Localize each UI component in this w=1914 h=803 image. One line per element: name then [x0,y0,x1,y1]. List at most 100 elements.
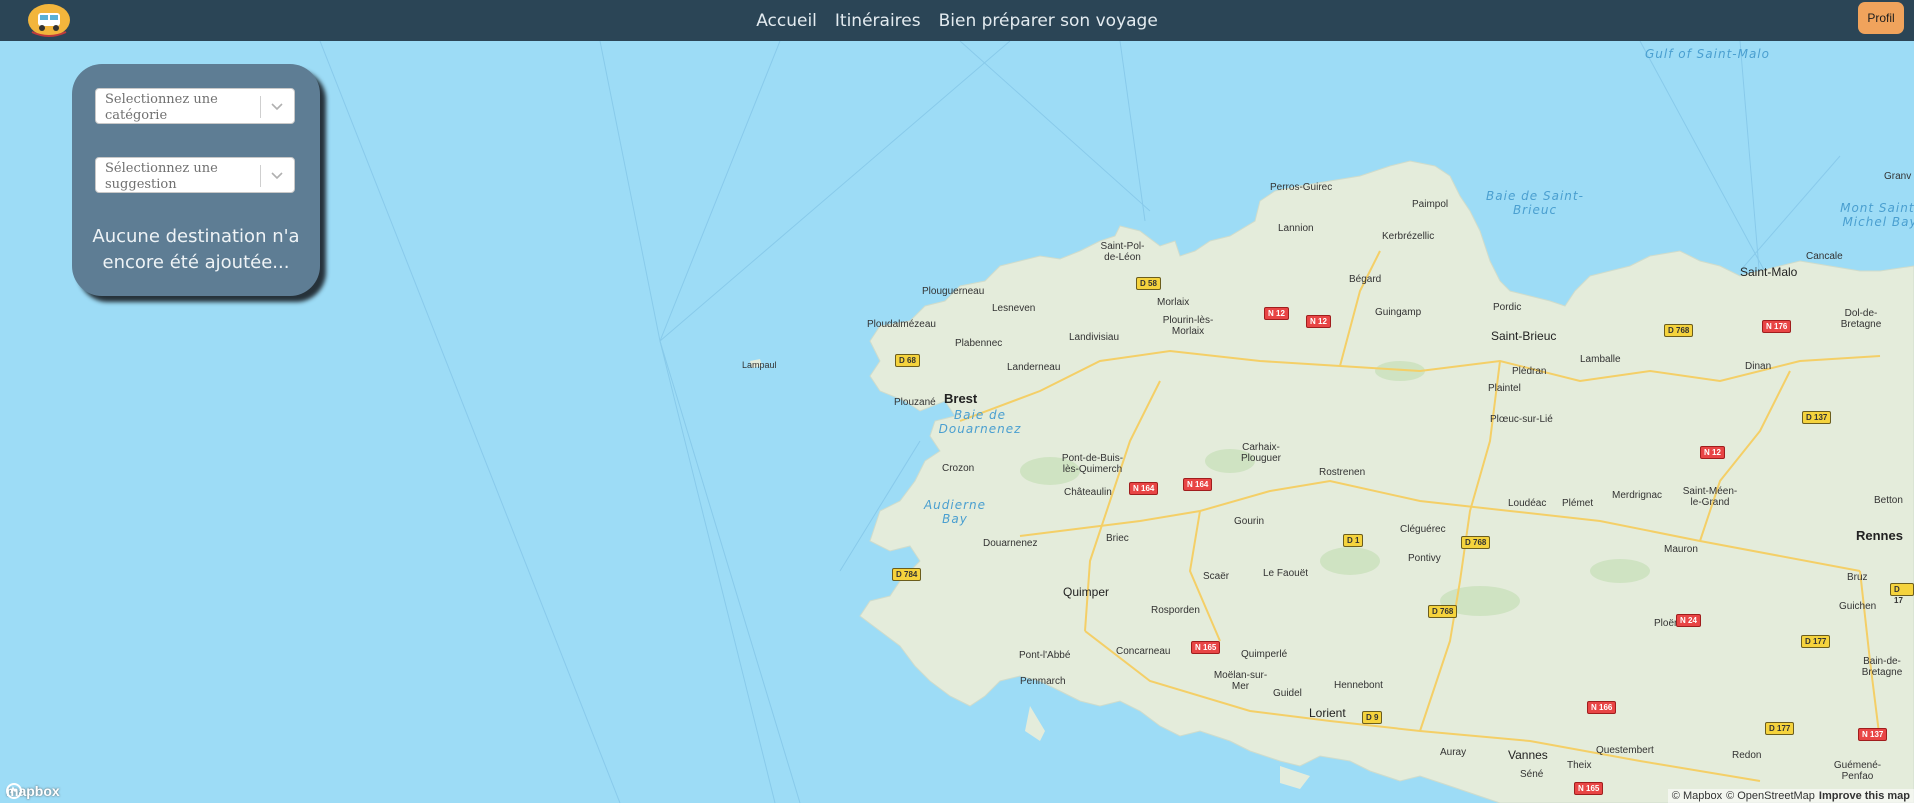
city-theix: Theix [1567,760,1592,771]
city-questembert: Questembert [1596,745,1654,756]
nav-link-preparer-voyage[interactable]: Bien préparer son voyage [939,11,1158,31]
road-shield-d768-c: D 768 [1428,605,1458,618]
suggestion-select[interactable]: Sélectionnez une suggestion [95,157,295,193]
water-label-baie-douarnenez: Baie de Douarnenez [938,408,1022,436]
city-saint-brieuc: Saint-Brieuc [1491,329,1557,343]
road-shield-n165-b: N 165 [1574,782,1604,795]
category-select-placeholder: Selectionnez une catégorie [105,92,218,123]
city-cancale: Cancale [1806,251,1843,262]
city-morlaix: Morlaix [1157,297,1190,308]
road-shield-n166: N 166 [1587,701,1617,714]
city-pont-labbe: Pont-l'Abbé [1019,650,1071,661]
road-shield-d9: D 9 [1362,711,1383,724]
water-label-audierne-bay: Audierne Bay [923,498,987,526]
city-betton: Betton [1874,495,1903,506]
category-select[interactable]: Selectionnez une catégorie [95,88,295,124]
road-shield-n164-b: N 164 [1183,478,1213,491]
road-shield-d58: D 58 [1136,277,1161,290]
road-shield-d177-a: D 177 [1801,635,1831,648]
city-rostrenen: Rostrenen [1319,467,1366,478]
nav-link-itineraires[interactable]: Itinéraires [835,11,921,31]
water-label-gulf-saint-malo: Gulf of Saint-Malo [1645,47,1770,61]
road-shield-d137: D 137 [1802,411,1832,424]
city-lamballe: Lamballe [1580,354,1621,365]
city-pledran: Plédran [1512,366,1547,377]
city-plouzane: Plouzané [894,397,936,408]
chevron-down-icon[interactable] [268,97,286,115]
road-shield-d1: D 1 [1343,534,1364,547]
road-shield-d768-a: D 768 [1664,324,1694,337]
city-guichen: Guichen [1839,601,1877,612]
city-plourin-les-morlaix: Plourin-lès-Morlaix [1162,315,1214,337]
empty-destinations-message: Aucune destination n'a encore été ajouté… [92,226,300,273]
city-saint-meen-le-grand: Saint-Méen-le-Grand [1682,486,1738,508]
city-lannion: Lannion [1278,223,1314,234]
city-plouguerneau: Plouguerneau [922,286,985,297]
city-chateaulin: Châteaulin [1064,487,1112,498]
profile-button[interactable]: Profil [1858,2,1904,34]
city-perros-guirec: Perros-Guirec [1270,182,1333,193]
road-shield-n12-c: N 12 [1700,446,1725,459]
city-carhaix-plouguer: Carhaix-Plouguer [1240,442,1282,464]
city-bruz: Bruz [1847,572,1868,583]
mapbox-logo[interactable]: mapbox [6,783,60,799]
city-dinan: Dinan [1745,361,1772,372]
city-bain-de-bretagne: Bain-de-Bretagne [1861,656,1903,678]
suggestion-select-placeholder: Sélectionnez une suggestion [105,161,218,192]
city-guemene-penfao: Guémené-Penfao [1833,760,1882,782]
road-shield-n12-a: N 12 [1264,307,1289,320]
city-loudeac: Loudéac [1508,498,1547,509]
road-shield-d768-b: D 768 [1461,536,1491,549]
city-sene: Séné [1520,769,1544,780]
map-attribution: © Mapbox © OpenStreetMap Improve this ma… [1667,789,1914,803]
city-guingamp: Guingamp [1375,307,1422,318]
road-shield-d784: D 784 [892,568,922,581]
city-kerbrezellic: Kerbrézellic [1382,231,1435,242]
city-dol-de-bretagne: Dol-de-Bretagne [1840,308,1882,330]
city-rosporden: Rosporden [1151,605,1200,616]
top-navbar: Accueil Itinéraires Bien préparer son vo… [0,0,1914,41]
city-quimperle: Quimperlé [1241,649,1288,660]
road-shield-n176: N 176 [1762,320,1792,333]
road-shield-d17: D 17 [1890,583,1914,605]
city-paimpol: Paimpol [1412,199,1449,210]
road-shield-n24: N 24 [1676,614,1701,627]
city-penmarch: Penmarch [1020,676,1066,687]
city-lesneven: Lesneven [992,303,1036,314]
road-shield-n164-a: N 164 [1129,482,1159,495]
city-begard: Bégard [1349,274,1382,285]
attribution-osm[interactable]: © OpenStreetMap [1726,790,1815,802]
city-crozon: Crozon [942,463,975,474]
city-plaintel: Plaintel [1488,383,1521,394]
road-shield-n165-a: N 165 [1191,641,1221,654]
city-pordic: Pordic [1493,302,1522,313]
city-briec: Brieс [1106,533,1129,544]
city-granv: Granv [1884,171,1912,182]
select-separator [260,96,261,118]
select-separator [260,165,261,187]
city-merdrignac: Merdrignac [1612,490,1663,501]
city-saint-malo: Saint-Malo [1740,265,1798,279]
city-le-faouet: Le Faouët [1263,568,1309,579]
city-guidel: Guidel [1273,688,1302,699]
city-brest: Brest [944,391,978,406]
nav-links: Accueil Itinéraires Bien préparer son vo… [0,0,1914,41]
city-moelan-sur-mer: Moëlan-sur-Mer [1213,670,1268,692]
city-pont-de-buis: Pont-de-Buis-lès-Quimerch [1061,453,1124,475]
chevron-down-icon[interactable] [268,166,286,184]
attribution-mapbox[interactable]: © Mapbox [1672,790,1722,802]
destination-filter-panel: Selectionnez une catégorie Sélectionnez … [72,64,320,296]
city-redon: Redon [1732,750,1762,761]
nav-link-accueil[interactable]: Accueil [756,11,817,31]
water-label-mont-saint-michel: Mont Saint-Michel Bay [1840,201,1914,229]
city-pontivy: Pontivy [1408,553,1441,564]
city-quimper: Quimper [1063,585,1110,599]
attribution-improve-map[interactable]: Improve this map [1819,790,1910,802]
city-plemet: Plémet [1562,498,1594,509]
city-rennes: Rennes [1856,528,1903,543]
road-shield-n12-b: N 12 [1306,315,1331,328]
city-gourin: Gourin [1234,516,1265,527]
city-saint-pol-de-leon: Saint-Pol-de-Léon [1100,241,1145,263]
city-plabennec: Plabennec [955,338,1003,349]
city-ploudalmezeau: Ploudalmézeau [867,319,936,330]
